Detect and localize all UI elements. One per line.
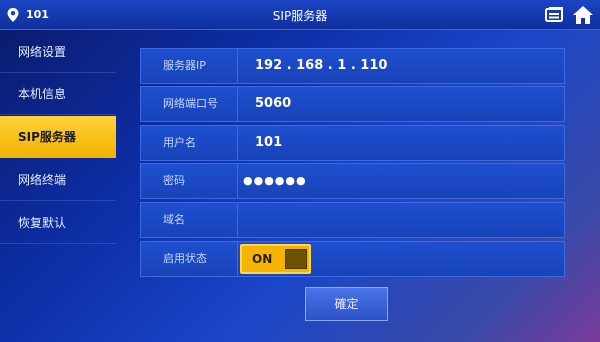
card-icon[interactable]	[545, 6, 565, 24]
home-icon[interactable]	[572, 4, 594, 26]
password-input[interactable]: ●●●●●●	[239, 164, 564, 198]
enable-status-toggle[interactable]: ON	[240, 244, 311, 274]
port-label: 网络端口号	[141, 87, 238, 121]
settings-sidebar: 网络设置 本机信息 SIP服务器 网络终端 恢复默认	[0, 31, 116, 342]
username-input[interactable]: 101	[239, 126, 564, 160]
domain-row: 域名	[140, 202, 565, 238]
status-row: 启用状态	[140, 241, 565, 277]
sidebar-item-device-info[interactable]: 本机信息	[0, 73, 116, 115]
sidebar-item-sip-server[interactable]: SIP服务器	[0, 116, 116, 158]
sidebar-item-network-terminal[interactable]: 网络终端	[0, 159, 116, 201]
server-ip-row: 服务器IP 192 . 168 . 1 . 110	[140, 48, 565, 84]
confirm-button[interactable]: 確定	[305, 287, 388, 321]
status-label: 启用状态	[141, 242, 238, 276]
domain-input[interactable]	[239, 203, 564, 237]
password-row: 密码 ●●●●●●	[140, 163, 565, 199]
port-row: 网络端口号 5060	[140, 86, 565, 122]
page-title: SIP服务器	[272, 9, 328, 23]
toggle-knob	[285, 249, 307, 269]
domain-label: 域名	[141, 203, 238, 237]
sidebar-item-restore-defaults[interactable]: 恢复默认	[0, 202, 116, 244]
username-row: 用户名 101	[140, 125, 565, 161]
password-label: 密码	[141, 164, 238, 198]
sidebar-item-network-settings[interactable]: 网络设置	[0, 31, 116, 73]
username-label: 用户名	[141, 126, 238, 160]
top-bar: 101 SIP服务器	[0, 0, 600, 30]
toggle-state-label: ON	[252, 252, 273, 266]
server-ip-input[interactable]: 192 . 168 . 1 . 110	[239, 49, 564, 83]
server-ip-label: 服务器IP	[141, 49, 238, 83]
port-input[interactable]: 5060	[239, 87, 564, 121]
